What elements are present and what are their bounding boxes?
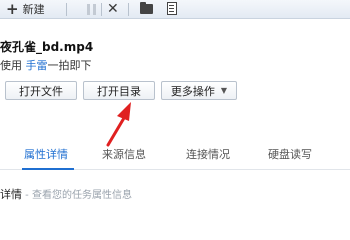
open-folder-button[interactable]: 打开目录	[83, 81, 155, 100]
document-icon[interactable]	[167, 2, 177, 15]
open-file-label: 打开文件	[19, 84, 63, 98]
more-actions-button[interactable]: 更多操作 ▼	[161, 81, 237, 100]
new-task-button[interactable]: + 新建	[0, 1, 62, 17]
more-actions-label: 更多操作	[170, 84, 215, 98]
new-task-label: 新建	[22, 3, 45, 16]
task-filename: 夜孔雀_bd.mp4	[0, 40, 94, 54]
tab-properties[interactable]: 属性详情	[24, 146, 68, 162]
pause-icon[interactable]	[87, 4, 96, 15]
arrow-head	[117, 102, 131, 121]
delete-icon[interactable]: ✕	[107, 0, 119, 18]
tab-disk-io[interactable]: 硬盘读写	[268, 146, 312, 162]
plus-icon: +	[6, 0, 19, 18]
details-heading: 详情 - 查看您的任务属性信息	[0, 186, 132, 202]
details-title: 详情	[0, 188, 22, 201]
details-hint: - 查看您的任务属性信息	[22, 190, 132, 201]
toolbar-divider	[66, 3, 67, 16]
open-file-button[interactable]: 打开文件	[5, 81, 77, 100]
chevron-down-icon: ▼	[220, 86, 228, 95]
open-folder-label: 打开目录	[97, 84, 141, 98]
toolbar-divider	[128, 3, 129, 16]
toolbar-divider	[101, 3, 102, 16]
shoulei-link[interactable]: 手雷	[26, 59, 48, 72]
task-subtitle: 使用 手雷一拍即下	[0, 57, 92, 73]
tab-source-info[interactable]: 来源信息	[102, 146, 146, 162]
tab-connections[interactable]: 连接情况	[186, 146, 230, 162]
subtitle-suffix: 一拍即下	[47, 59, 92, 72]
toolbar: + 新建 ✕	[0, 0, 350, 19]
red-arrow-annotation	[106, 102, 131, 147]
active-tab-indicator	[22, 168, 74, 170]
subtitle-prefix: 使用	[0, 59, 26, 72]
folder-icon[interactable]	[140, 2, 153, 14]
